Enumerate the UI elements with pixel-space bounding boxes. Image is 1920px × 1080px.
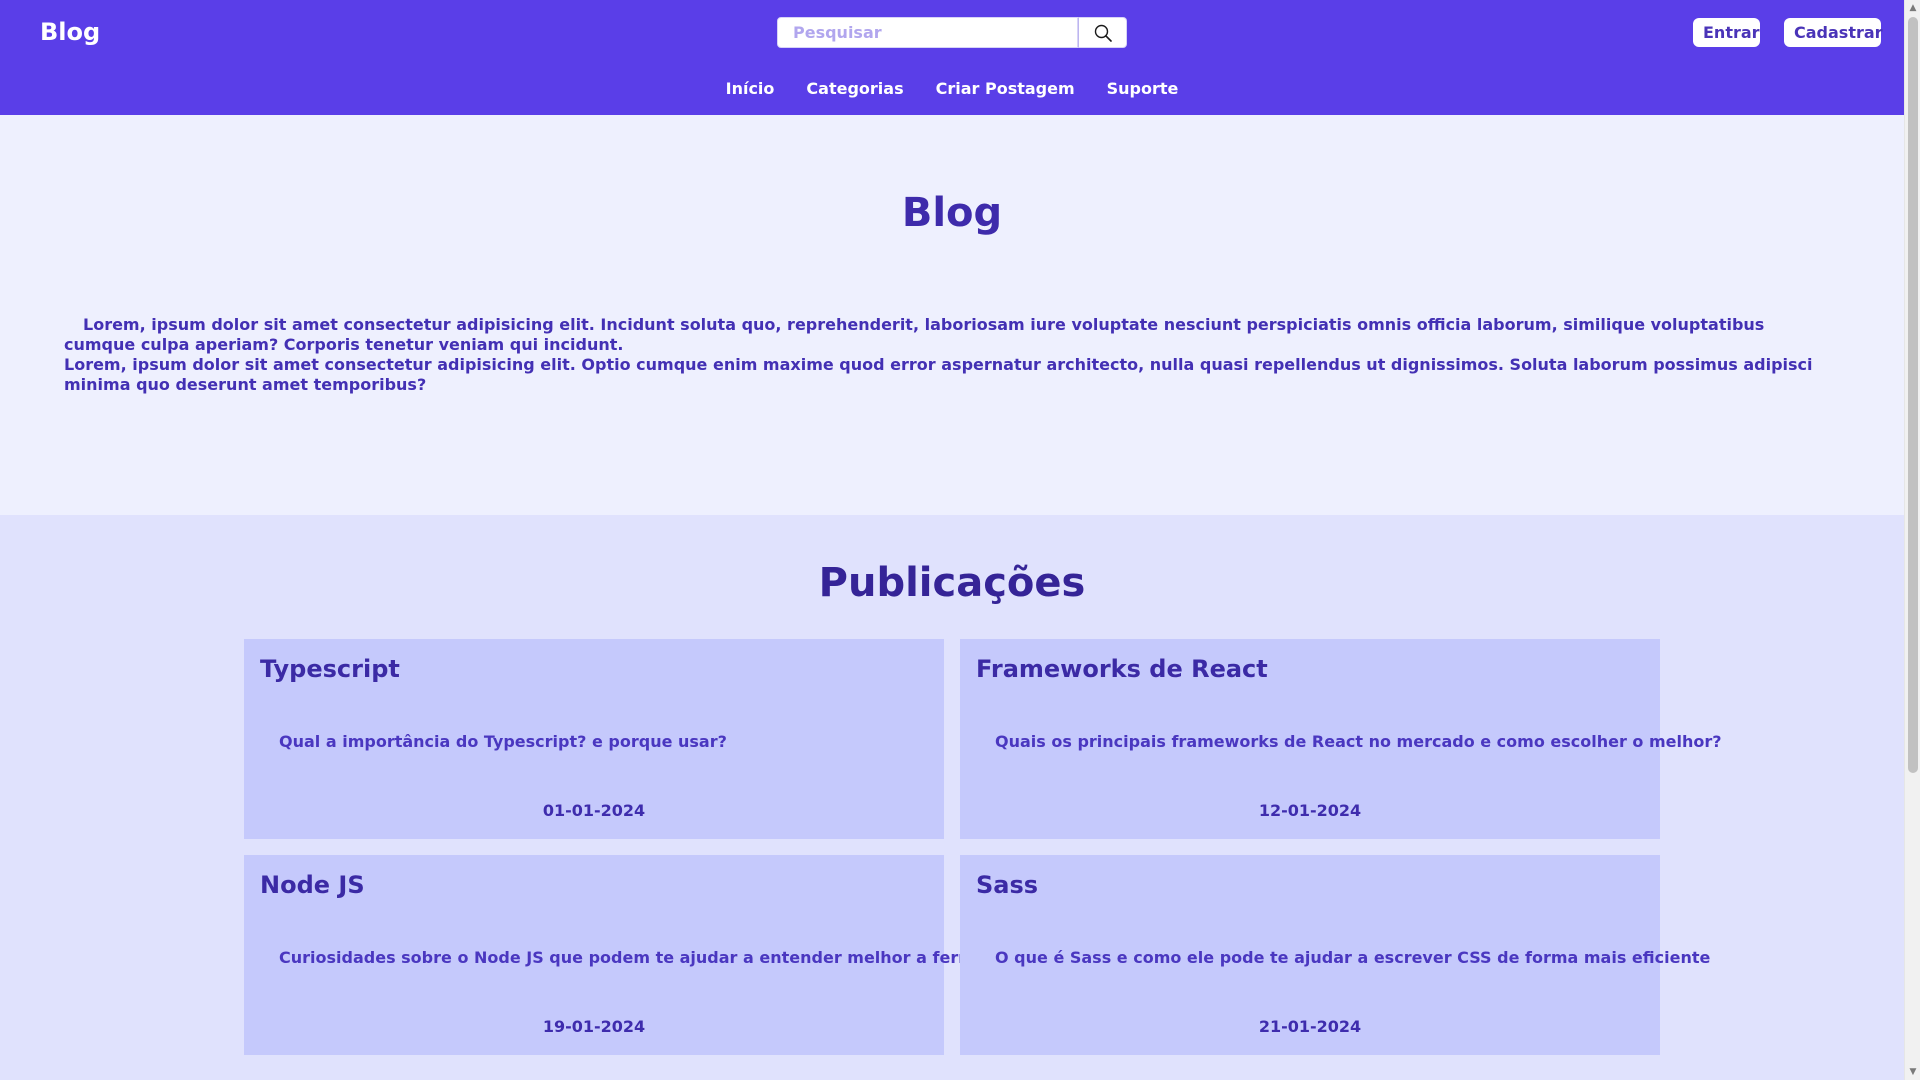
post-description: Qual a importância do Typescript? e porq… [279,732,727,751]
signup-button[interactable]: Cadastrar [1784,18,1883,47]
post-card-typescript[interactable]: Typescript Qual a importância do Typescr… [244,639,944,839]
post-date: 01-01-2024 [542,801,646,820]
post-description: O que é Sass e como ele pode te ajudar a… [995,948,1711,967]
scroll-up-arrow-icon[interactable]: ▲ [1905,0,1920,16]
post-description: Curiosidades sobre o Node JS que podem t… [279,948,1041,967]
brand-logo-link[interactable]: Blog [40,16,100,48]
hero-paragraph-2: Lorem, ipsum dolor sit amet consectetur … [64,355,1813,394]
nav-item-suporte[interactable]: Suporte [1107,76,1179,102]
main-nav: Início Categorias Criar Postagem Suporte [0,76,1904,102]
login-button[interactable]: Entrar [1693,18,1760,47]
post-title: Sass [976,871,1039,899]
hero-section: Blog Lorem, ipsum dolor sit amet consect… [0,115,1904,515]
search-bar [777,17,1127,48]
post-date: 19-01-2024 [542,1017,646,1036]
search-input[interactable] [777,17,1078,48]
hero-description: Lorem, ipsum dolor sit amet consectetur … [64,315,1824,395]
publications-section: Publicações Typescript Qual a importânci… [0,515,1904,1080]
top-navbar: Blog Entrar Cadastrar Início Categorias … [0,0,1904,115]
post-date: 12-01-2024 [1258,801,1362,820]
nav-item-categorias[interactable]: Categorias [806,76,903,102]
vertical-scrollbar[interactable]: ▲ ▼ [1904,0,1920,1080]
search-button[interactable] [1078,17,1127,48]
post-title: Frameworks de React [976,655,1268,683]
post-description: Quais os principais frameworks de React … [995,732,1722,751]
nav-item-criar-postagem[interactable]: Criar Postagem [936,76,1075,102]
post-card-sass[interactable]: Sass O que é Sass e como ele pode te aju… [960,855,1711,1055]
post-title: Node JS [260,871,365,899]
nav-item-inicio[interactable]: Início [726,76,775,102]
scrollbar-thumb[interactable] [1908,17,1918,773]
search-icon [1094,24,1112,42]
page: Blog Entrar Cadastrar Início Categorias … [0,0,1920,1080]
post-date: 21-01-2024 [1258,1017,1362,1036]
hero-paragraph-1: Lorem, ipsum dolor sit amet consectetur … [64,315,1765,354]
post-title: Typescript [260,655,400,683]
post-card-frameworks-react[interactable]: Frameworks de React Quais os principais … [960,639,1722,839]
post-card-node-js[interactable]: Node JS Curiosidades sobre o Node JS que… [244,855,1041,1055]
publications-title: Publicações [818,560,1086,606]
scroll-down-arrow-icon[interactable]: ▼ [1905,1064,1920,1080]
hero-title: Blog [901,190,1003,236]
